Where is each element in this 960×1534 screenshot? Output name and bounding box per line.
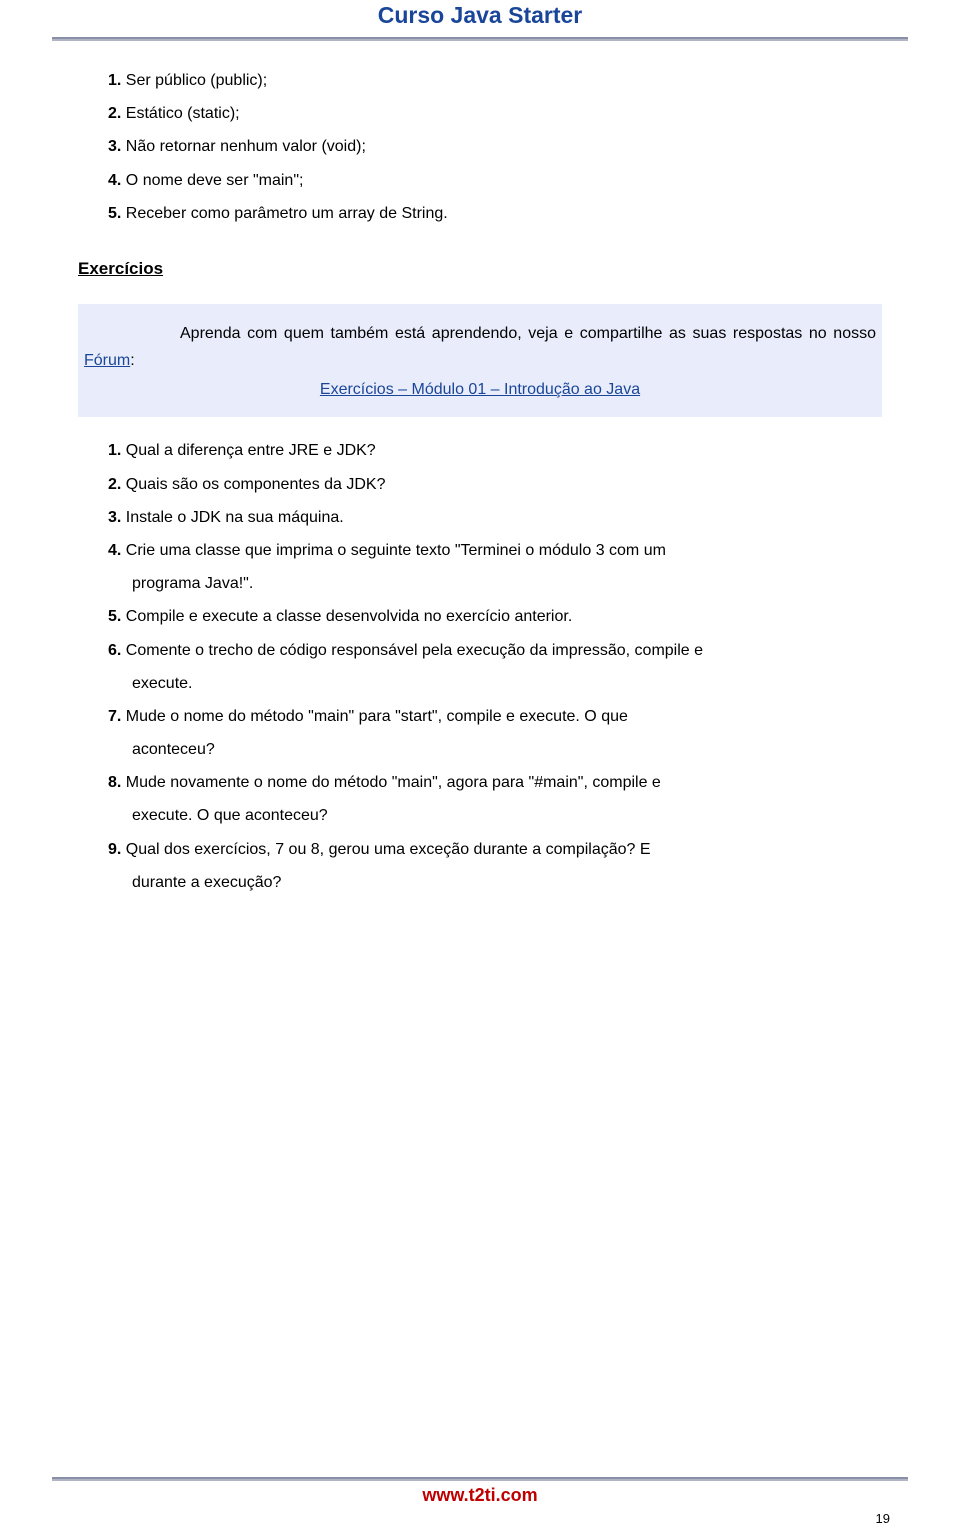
list-num: 3. [108, 509, 121, 526]
list-continuation: durante a execução? [132, 869, 882, 896]
list-continuation: execute. [132, 670, 882, 697]
list-continuation: programa Java!". [132, 570, 882, 597]
list-num: 2. [108, 105, 121, 122]
list-num: 4. [108, 172, 121, 189]
list-num: 8. [108, 774, 121, 791]
list-text: Crie uma classe que imprima o seguinte t… [126, 542, 666, 559]
list-text: Quais são os componentes da JDK? [126, 476, 386, 493]
list-text: Mude novamente o nome do método "main", … [126, 774, 661, 791]
list-num: 3. [108, 138, 121, 155]
list-text: Mude o nome do método "main" para "start… [126, 708, 628, 725]
list-item: 2. Quais são os componentes da JDK? [108, 471, 882, 498]
list-num: 1. [108, 72, 121, 89]
exercises-module-link[interactable]: Exercícios – Módulo 01 – Introdução ao J… [84, 376, 876, 403]
list-item: 1. Qual a diferença entre JRE e JDK? [108, 437, 882, 464]
list-text: Receber como parâmetro um array de Strin… [126, 205, 448, 222]
intro-list: 1. Ser público (public); 2. Estático (st… [108, 67, 882, 227]
list-num: 7. [108, 708, 121, 725]
page-header: Curso Java Starter [0, 0, 960, 29]
list-item: 3. Instale o JDK na sua máquina. [108, 504, 882, 531]
list-item: 7. Mude o nome do método "main" para "st… [108, 703, 882, 730]
list-item: 3. Não retornar nenhum valor (void); [108, 133, 882, 160]
list-text: Estático (static); [126, 105, 240, 122]
list-item: 5. Receber como parâmetro um array de St… [108, 200, 882, 227]
callout-post-text: : [130, 352, 134, 369]
main-content: 1. Ser público (public); 2. Estático (st… [0, 41, 960, 896]
footer-rule [52, 1477, 908, 1481]
page-title: Curso Java Starter [378, 2, 583, 28]
callout-pre-text: Aprenda com quem também está aprendendo,… [180, 325, 876, 342]
list-item: 9. Qual dos exercícios, 7 ou 8, gerou um… [108, 836, 882, 863]
callout-body: Aprenda com quem também está aprendendo,… [84, 320, 876, 374]
list-text: Qual a diferença entre JRE e JDK? [126, 442, 376, 459]
list-num: 2. [108, 476, 121, 493]
list-num: 9. [108, 841, 121, 858]
forum-link[interactable]: Fórum [84, 352, 130, 369]
list-item: 8. Mude novamente o nome do método "main… [108, 769, 882, 796]
exercises-heading: Exercícios [78, 255, 882, 284]
callout-box: Aprenda com quem também está aprendendo,… [78, 304, 882, 418]
page-footer: www.t2ti.com [0, 1477, 960, 1506]
footer-url-link[interactable]: www.t2ti.com [422, 1485, 537, 1505]
list-item: 4. Crie uma classe que imprima o seguint… [108, 537, 882, 564]
list-text: Qual dos exercícios, 7 ou 8, gerou uma e… [126, 841, 651, 858]
list-item: 2. Estático (static); [108, 100, 882, 127]
list-num: 5. [108, 608, 121, 625]
list-text: O nome deve ser "main"; [126, 172, 304, 189]
list-item: 4. O nome deve ser "main"; [108, 167, 882, 194]
list-text: Ser público (public); [126, 72, 267, 89]
list-text: Compile e execute a classe desenvolvida … [126, 608, 572, 625]
list-continuation: aconteceu? [132, 736, 882, 763]
list-num: 1. [108, 442, 121, 459]
exercise-list: 1. Qual a diferença entre JRE e JDK? 2. … [108, 437, 882, 896]
list-text: Instale o JDK na sua máquina. [126, 509, 344, 526]
list-continuation: execute. O que aconteceu? [132, 802, 882, 829]
list-num: 5. [108, 205, 121, 222]
list-text: Comente o trecho de código responsável p… [126, 642, 703, 659]
list-item: 1. Ser público (public); [108, 67, 882, 94]
list-num: 4. [108, 542, 121, 559]
list-num: 6. [108, 642, 121, 659]
page-number: 19 [876, 1511, 890, 1526]
list-item: 6. Comente o trecho de código responsáve… [108, 637, 882, 664]
list-item: 5. Compile e execute a classe desenvolvi… [108, 603, 882, 630]
list-text: Não retornar nenhum valor (void); [126, 138, 366, 155]
